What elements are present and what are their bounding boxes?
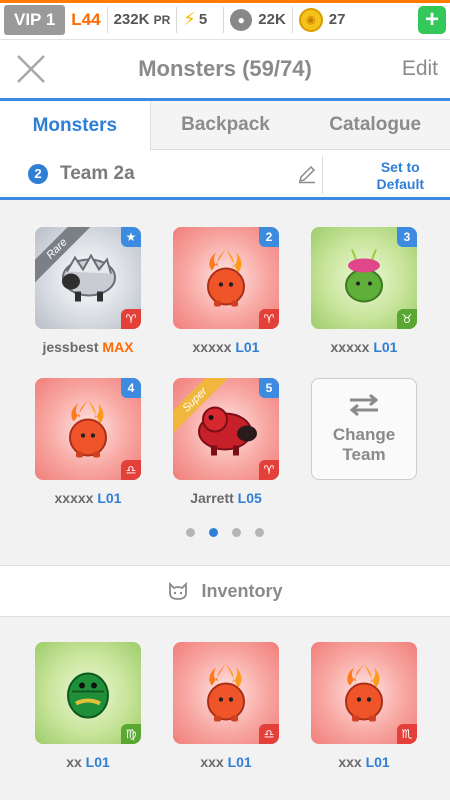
monster-level: L01 (97, 490, 122, 506)
monster-name: xxx (338, 754, 366, 770)
zodiac-icon: ♎ (121, 460, 141, 480)
close-icon[interactable] (14, 52, 48, 86)
coin-value: 27 (328, 11, 346, 28)
monster-image (58, 662, 118, 729)
monster-image (198, 247, 254, 314)
monster-image (60, 398, 116, 465)
team-monster-label: xxxxx L01 (299, 339, 429, 355)
team-monster-label: xxxxx L01 (161, 339, 291, 355)
monster-image (198, 662, 254, 729)
energy-value: 5 (198, 11, 208, 28)
inventory-monster-card[interactable]: ♎ (173, 642, 279, 744)
monster-level: L01 (235, 339, 260, 355)
inventory-header: Inventory (0, 565, 450, 617)
team-monster-label: jessbest MAX (23, 339, 153, 355)
monster-name: xxxxx (330, 339, 374, 355)
power-rating-value: 232K (113, 11, 150, 28)
team-bar: 2 Team 2a Set to Default (0, 150, 450, 200)
zodiac-icon: ♏ (397, 724, 417, 744)
zodiac-icon: ♍ (121, 724, 141, 744)
slot-badge: ★ (121, 227, 141, 247)
monster-image (189, 398, 263, 465)
page-dot[interactable] (255, 528, 264, 537)
swap-arrows-icon (349, 393, 379, 417)
monster-name: Jarrett (190, 490, 238, 506)
slot-badge: 3 (397, 227, 417, 247)
monster-level: MAX (102, 339, 134, 355)
slot-badge: 5 (259, 378, 279, 398)
change-team-line1: Change (332, 425, 396, 444)
power-rating-unit: PR (153, 13, 171, 27)
zodiac-icon: ♎ (259, 724, 279, 744)
set-default-line1: Set to (380, 159, 420, 175)
inventory-monster-card[interactable]: ♏ (311, 642, 417, 744)
team-number-badge: 2 (28, 163, 48, 184)
edit-button[interactable]: Edit (402, 57, 438, 81)
team-monster-card[interactable]: 4 ♎ (35, 378, 141, 480)
tab-bar: Monsters Backpack Catalogue (0, 98, 450, 150)
status-divider (223, 6, 225, 33)
monster-level: L01 (85, 754, 110, 770)
player-level: L44 (71, 9, 101, 29)
energy-icon: ⚡ (183, 9, 196, 29)
coin-icon: ◉ (298, 7, 323, 32)
slot-badge: 4 (121, 378, 141, 398)
monster-image (336, 662, 392, 729)
monster-name: xxxxx (192, 339, 236, 355)
change-team-line2: Team (342, 445, 386, 464)
status-divider (106, 6, 108, 33)
paw-icon: ● (230, 8, 253, 31)
inventory-title: Inventory (201, 580, 283, 601)
header: Monsters (59/74) Edit (0, 40, 450, 98)
team-monster-card[interactable]: 2 ♈ (173, 227, 279, 329)
slot-badge: 2 (259, 227, 279, 247)
status-divider (176, 6, 178, 33)
monster-level: L01 (365, 754, 390, 770)
page-dot[interactable] (232, 528, 241, 537)
monster-image (334, 248, 394, 313)
page-dot[interactable] (186, 528, 195, 537)
inventory-monster-label: xxx L01 (299, 754, 429, 770)
status-bar: VIP 1 L44 232K PR ⚡ 5 ● 22K ◉ 27 + (0, 0, 450, 40)
team-monster-label: Jarrett L05 (161, 490, 291, 506)
tab-catalogue[interactable]: Catalogue (300, 101, 450, 150)
tab-backpack[interactable]: Backpack (150, 101, 301, 150)
monster-level: L05 (237, 490, 262, 506)
team-name: Team 2a (60, 162, 135, 184)
monster-image (53, 248, 123, 313)
zodiac-icon: ♈ (259, 460, 279, 480)
team-bar-divider (322, 156, 323, 194)
zodiac-icon: ♈ (259, 309, 279, 329)
cat-icon (169, 581, 188, 600)
power-rating: 232K PR (114, 11, 171, 28)
food-value: 22K (258, 11, 286, 28)
inventory-monster-label: xxx L01 (161, 754, 291, 770)
set-default-line2: Default (376, 176, 424, 192)
monster-name: xxx (200, 754, 228, 770)
inventory-monster-card[interactable]: ♍ (35, 642, 141, 744)
change-team-button[interactable]: Change Team (311, 378, 417, 480)
team-monster-card[interactable]: 3 ♉ (311, 227, 417, 329)
monster-name: xxxxx (54, 490, 98, 506)
page-title: Monsters (59/74) (138, 56, 312, 81)
monster-name: jessbest (42, 339, 103, 355)
team-monster-label: xxxxx L01 (23, 490, 153, 506)
page-indicator (0, 528, 450, 537)
add-currency-button[interactable]: + (418, 6, 446, 34)
team-monster-card[interactable]: Super 5 ♈ (173, 378, 279, 480)
inventory-monster-label: xx L01 (23, 754, 153, 770)
status-divider (291, 6, 293, 33)
page-dot[interactable] (209, 528, 218, 537)
set-default-button[interactable]: Set to Default (377, 159, 424, 193)
monster-level: L01 (227, 754, 252, 770)
vip-badge[interactable]: VIP 1 (4, 4, 66, 35)
monster-level: L01 (373, 339, 398, 355)
monster-name: xx (66, 754, 86, 770)
tab-monsters[interactable]: Monsters (0, 101, 151, 150)
zodiac-icon: ♉ (397, 309, 417, 329)
team-monster-card[interactable]: Rare ★ ♈ (35, 227, 141, 329)
pencil-icon[interactable] (297, 164, 317, 184)
zodiac-icon: ♈ (121, 309, 141, 329)
status-accent-line (0, 0, 450, 3)
